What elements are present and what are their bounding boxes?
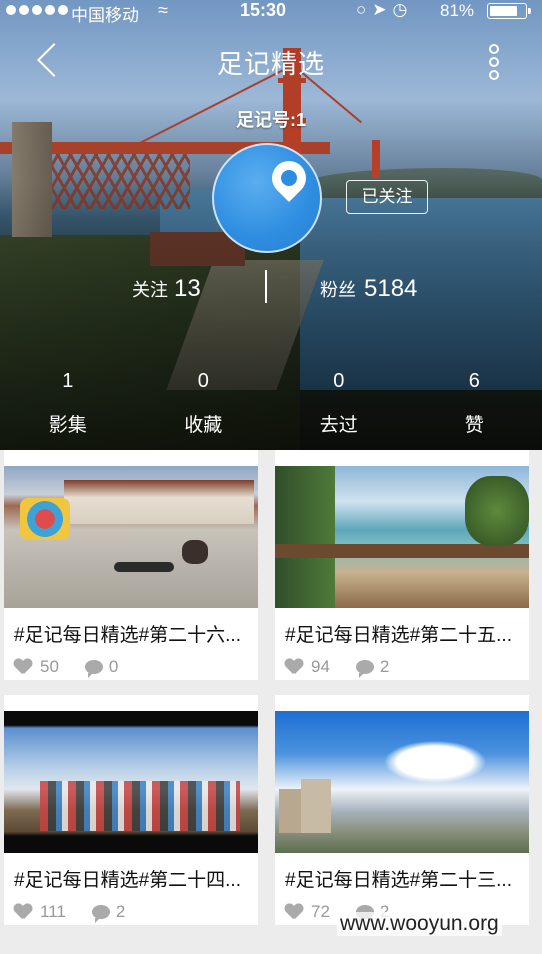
album-title: #足记每日精选#第二十五... xyxy=(285,625,512,646)
count-number: 0 xyxy=(333,370,345,392)
heart-icon[interactable] xyxy=(14,659,32,675)
follow-status-button[interactable]: 已关注 xyxy=(346,180,428,214)
stat-divider xyxy=(265,270,267,303)
count-albums[interactable]: 1 影集 xyxy=(0,370,136,440)
comment-count: 2 xyxy=(115,902,126,921)
count-favorites[interactable]: 0 收藏 xyxy=(136,370,272,440)
count-label: 去过 xyxy=(319,415,358,436)
comment-icon[interactable] xyxy=(355,660,374,678)
like-count: 111 xyxy=(40,902,66,921)
like-count: 50 xyxy=(40,657,59,676)
carrier-label: 中国移动 xyxy=(71,6,139,25)
count-number: 0 xyxy=(197,370,209,392)
location-pin-icon xyxy=(264,153,314,203)
following-stat[interactable]: 关注 13 xyxy=(132,275,201,303)
comment-count: 0 xyxy=(108,657,119,676)
status-bar: 中国移动 ≈ 15:30 ○➤◷ 81% xyxy=(0,0,542,25)
heart-icon[interactable] xyxy=(285,659,303,675)
following-count: 13 xyxy=(174,275,201,302)
count-label: 影集 xyxy=(48,415,87,436)
count-label: 收藏 xyxy=(184,415,223,436)
album-title: #足记每日精选#第二十六... xyxy=(14,625,241,646)
heart-icon[interactable] xyxy=(14,904,32,920)
heart-icon[interactable] xyxy=(285,904,303,920)
count-likes[interactable]: 6 赞 xyxy=(407,370,542,440)
album-thumbnail xyxy=(4,711,258,853)
page-title: 足记精选 xyxy=(216,49,325,79)
like-count: 72 xyxy=(311,902,330,921)
comment-icon[interactable] xyxy=(91,905,110,923)
wifi-icon: ≈ xyxy=(158,0,168,20)
count-number: 6 xyxy=(468,370,480,392)
like-count: 94 xyxy=(311,657,330,676)
album-thumbnail xyxy=(275,711,529,853)
comment-count: 2 xyxy=(379,657,390,676)
status-indicator-icons: ○➤◷ xyxy=(356,0,414,19)
album-thumbnail xyxy=(4,466,258,608)
fans-label: 粉丝 xyxy=(320,280,356,300)
album-card[interactable]: #足记每日精选#第二十五... 94 2 xyxy=(275,450,529,680)
fans-count: 5184 xyxy=(364,275,418,302)
album-card[interactable]: #足记每日精选#第二十六... 50 0 xyxy=(4,450,258,680)
count-visited[interactable]: 0 去过 xyxy=(271,370,407,440)
album-card[interactable]: #足记每日精选#第二十三... 72 2 xyxy=(275,695,529,925)
signal-icon xyxy=(6,5,68,15)
comment-icon[interactable] xyxy=(84,660,103,678)
album-title: #足记每日精选#第二十三... xyxy=(285,870,512,891)
album-thumbnail xyxy=(275,466,529,608)
battery-icon xyxy=(487,3,531,19)
album-card[interactable]: #足记每日精选#第二十四... 111 2 xyxy=(4,695,258,925)
album-meta: 94 2 xyxy=(285,657,390,678)
avatar[interactable] xyxy=(212,143,322,253)
status-time: 15:30 xyxy=(240,0,287,20)
album-title: #足记每日精选#第二十四... xyxy=(14,870,241,891)
more-options-icon[interactable] xyxy=(484,42,504,84)
album-meta: 111 2 xyxy=(14,902,126,923)
following-label: 关注 xyxy=(132,280,168,300)
fans-stat[interactable]: 粉丝 5184 xyxy=(320,275,417,303)
count-number: 1 xyxy=(62,370,74,392)
album-grid: #足记每日精选#第二十六... 50 0 #足记每日精选#第二十五... 94 … xyxy=(0,450,542,954)
battery-percent: 81% xyxy=(440,1,475,20)
profile-counts: 1 影集 0 收藏 0 去过 6 赞 xyxy=(0,370,542,440)
footnote-id: 足记号:1 xyxy=(235,110,306,130)
watermark: www.wooyun.org xyxy=(337,912,502,936)
album-meta: 50 0 xyxy=(14,657,119,678)
count-label: 赞 xyxy=(464,415,484,436)
